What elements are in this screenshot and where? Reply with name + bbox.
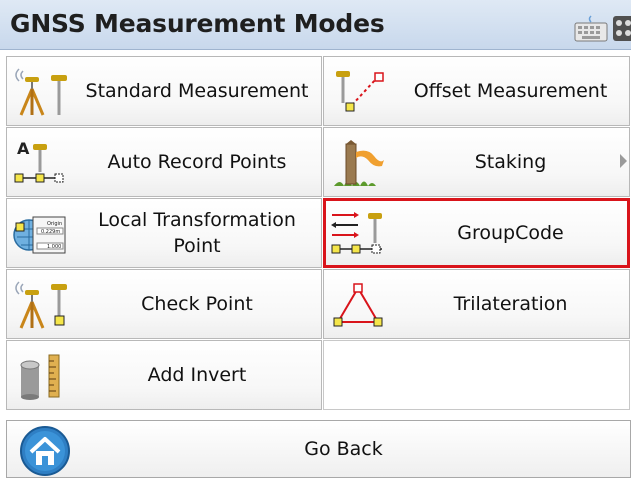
auto-record-points-button[interactable]: A Auto Record Points (6, 127, 322, 197)
empty-tile (323, 340, 630, 410)
staking-stake-icon (334, 140, 384, 186)
title-bar: GNSS Measurement Modes (0, 0, 631, 50)
trilateration-button[interactable]: Trilateration (323, 269, 630, 339)
standard-measurement-label: Standard Measurement (85, 80, 309, 102)
local-transformation-point-label: Local Transformation Point (98, 209, 296, 257)
auto-record-points-label: Auto Record Points (107, 151, 287, 173)
transformation-origin-text: Origin (47, 221, 62, 227)
staking-label: Staking (474, 151, 547, 173)
add-invert-icon (20, 354, 60, 400)
check-point-button[interactable]: Check Point (6, 269, 322, 339)
standard-measurement-button[interactable]: Standard Measurement (6, 56, 322, 126)
groupcode-button[interactable]: GroupCode (323, 198, 630, 268)
auto-record-letter: A (17, 139, 30, 158)
trilateration-icon (333, 283, 383, 327)
go-back-label: Go Back (304, 438, 383, 460)
page-title: GNSS Measurement Modes (10, 9, 385, 38)
transformation-scale-text: 0.229m (41, 229, 60, 235)
check-point-label: Check Point (141, 293, 253, 315)
transformation-icon: Origin 0.229m 1.000 (13, 216, 66, 254)
mode-grid: Standard Measurement Offset Measurement … (6, 56, 631, 411)
offset-measurement-icon (336, 71, 384, 112)
keyboard-icon[interactable] (574, 14, 608, 42)
add-invert-button[interactable]: Add Invert (6, 340, 322, 410)
staking-button[interactable]: Staking (323, 127, 630, 197)
calculator-icon[interactable] (612, 14, 631, 42)
groupcode-icon (331, 212, 382, 254)
offset-measurement-button[interactable]: Offset Measurement (323, 56, 630, 126)
offset-measurement-label: Offset Measurement (413, 80, 608, 102)
check-point-icon (15, 281, 67, 329)
groupcode-label: GroupCode (457, 222, 564, 244)
transformation-factor-text: 1.000 (47, 244, 61, 250)
add-invert-label: Add Invert (147, 364, 247, 386)
gnss-tripod-icon (15, 68, 67, 116)
go-back-button[interactable]: Go Back (6, 420, 631, 478)
auto-record-icon: A (14, 139, 64, 183)
chevron-right-icon (620, 154, 627, 168)
trilateration-label: Trilateration (453, 293, 568, 315)
local-transformation-point-button[interactable]: Origin 0.229m 1.000 Local Transformation… (6, 198, 322, 268)
